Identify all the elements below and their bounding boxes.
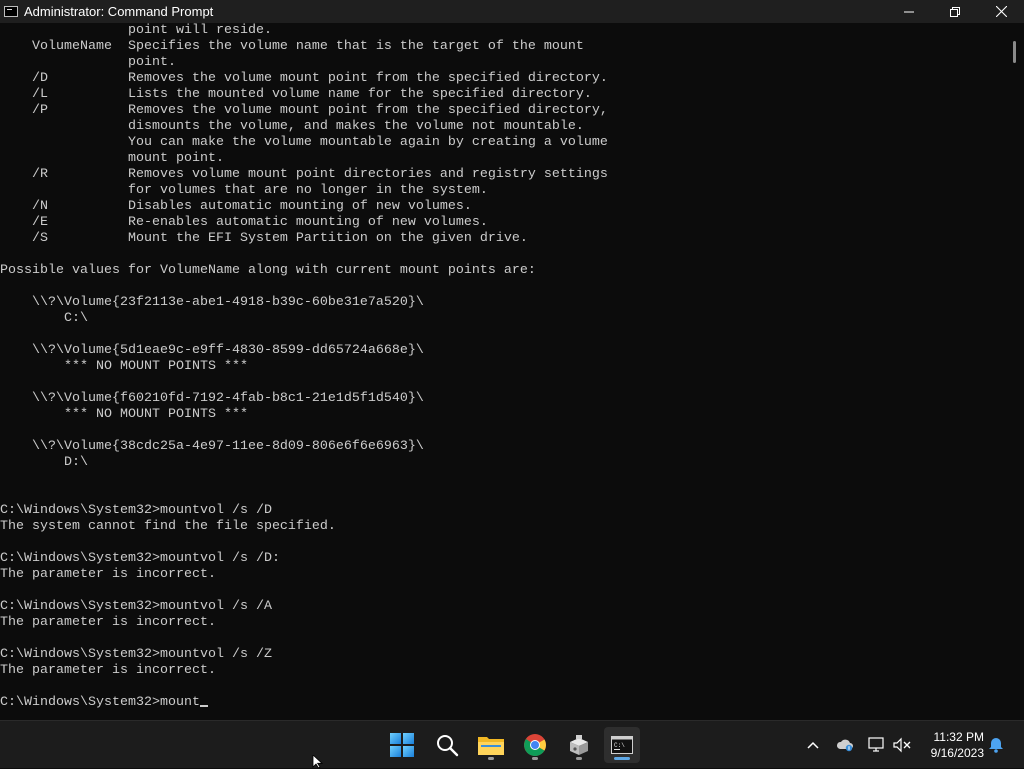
onedrive-tray-button[interactable]	[834, 721, 856, 769]
console-line: *** NO MOUNT POINTS ***	[63, 407, 248, 422]
show-hidden-icons-button[interactable]	[802, 721, 824, 769]
console-line: The parameter is incorrect.	[0, 615, 216, 630]
console-line: point will reside.	[127, 23, 272, 38]
command-input[interactable]: mount	[160, 695, 200, 710]
console-line: *** NO MOUNT POINTS ***	[63, 359, 248, 374]
chrome-icon	[524, 734, 546, 756]
console-text: point will reside. VolumeName Specifies …	[0, 23, 1004, 711]
console-line: The parameter is incorrect.	[0, 567, 216, 582]
bell-icon	[989, 738, 1003, 753]
taskbar-command-prompt[interactable]: C:\	[604, 727, 640, 763]
close-icon	[995, 6, 1007, 17]
running-indicator	[576, 757, 582, 760]
console-line: \\?\Volume{23f2113e-abe1-4918-b39c-60be3…	[31, 295, 424, 310]
command-prompt-line[interactable]: C:\Windows\System32>mount	[0, 695, 208, 710]
minimize-icon	[904, 11, 914, 12]
console-line: /L Lists the mounted volume name for the…	[31, 87, 592, 102]
text-cursor	[199, 705, 208, 707]
running-indicator	[488, 757, 494, 760]
console-line: dismounts the volume, and makes the volu…	[127, 119, 584, 134]
window-controls	[886, 0, 1024, 23]
console-line: C:\	[63, 311, 88, 326]
console-line: \\?\Volume{38cdc25a-4e97-11ee-8d09-806e6…	[31, 439, 424, 454]
mouse-cursor-icon	[312, 755, 324, 768]
restore-button[interactable]	[932, 0, 978, 23]
console-line: \\?\Volume{f60210fd-7192-4fab-b8c1-21e1d…	[31, 391, 424, 406]
system-clock[interactable]: 11:32 PM 9/16/2023	[931, 729, 984, 761]
console-line: C:\Windows\System32>mountvol /s /A	[0, 599, 272, 614]
console-line: /S Mount the EFI System Partition on the…	[31, 231, 528, 246]
console-line: C:\Windows\System32>mountvol /s /D	[0, 503, 272, 518]
console-line: for volumes that are no longer in the sy…	[127, 183, 488, 198]
windows-start-icon	[390, 733, 414, 757]
installer-icon	[570, 735, 588, 755]
console-output[interactable]: point will reside. VolumeName Specifies …	[0, 23, 1004, 720]
console-line: mount point.	[127, 151, 224, 166]
notifications-button[interactable]	[985, 721, 1007, 769]
console-line: /N Disables automatic mounting of new vo…	[31, 199, 472, 214]
clock-time: 11:32 PM	[933, 730, 984, 744]
volume-muted-icon	[893, 737, 911, 753]
console-line: /P Removes the volume mount point from t…	[31, 103, 608, 118]
taskbar-installer[interactable]	[561, 727, 597, 763]
close-button[interactable]	[978, 0, 1024, 23]
console-line: \\?\Volume{5d1eae9c-e9ff-4830-8599-dd657…	[31, 343, 424, 358]
console-line: You can make the volume mountable again …	[127, 135, 608, 150]
minimize-button[interactable]	[886, 0, 932, 23]
console-line: VolumeName Specifies the volume name tha…	[31, 39, 584, 54]
console-line: point.	[127, 55, 176, 70]
clock-date: 9/16/2023	[930, 746, 984, 760]
running-indicator	[532, 757, 538, 760]
svg-text:C:\: C:\	[614, 742, 625, 749]
command-prompt-icon: C:\	[611, 736, 633, 754]
console-line: Possible values for VolumeName along wit…	[0, 263, 536, 278]
volume-tray-button[interactable]	[891, 721, 913, 769]
vertical-scrollbar[interactable]	[1004, 23, 1024, 720]
window-title: Administrator: Command Prompt	[24, 4, 214, 19]
scrollbar-thumb[interactable]	[1013, 41, 1016, 63]
taskbar: C:\ 11:32 PM 9/16/2023	[0, 720, 1024, 768]
taskbar-chrome[interactable]	[517, 727, 553, 763]
onedrive-icon	[836, 739, 853, 752]
prompt-path: C:\Windows\System32>	[0, 695, 160, 710]
taskbar-file-explorer[interactable]	[473, 727, 509, 763]
file-explorer-icon	[478, 737, 504, 755]
console-line: The parameter is incorrect.	[0, 663, 216, 678]
network-icon	[868, 737, 884, 752]
console-line: C:\Windows\System32>mountvol /s /D:	[0, 551, 280, 566]
restore-icon	[950, 6, 960, 17]
console-line: /R Removes volume mount point directorie…	[31, 167, 608, 182]
console-line: C:\Windows\System32>mountvol /s /Z	[0, 647, 272, 662]
start-button[interactable]	[384, 727, 420, 763]
console-line: The system cannot find the file specifie…	[0, 519, 336, 534]
search-button[interactable]	[429, 727, 465, 763]
search-icon	[437, 735, 459, 757]
active-indicator	[614, 757, 630, 760]
console-line: /E Re-enables automatic mounting of new …	[31, 215, 488, 230]
command-prompt-icon	[4, 6, 18, 17]
console-line: D:\	[63, 455, 88, 470]
network-tray-button[interactable]	[866, 721, 888, 769]
title-bar[interactable]: Administrator: Command Prompt	[0, 0, 1024, 23]
chevron-up-icon	[807, 741, 819, 749]
console-line: /D Removes the volume mount point from t…	[31, 71, 608, 86]
